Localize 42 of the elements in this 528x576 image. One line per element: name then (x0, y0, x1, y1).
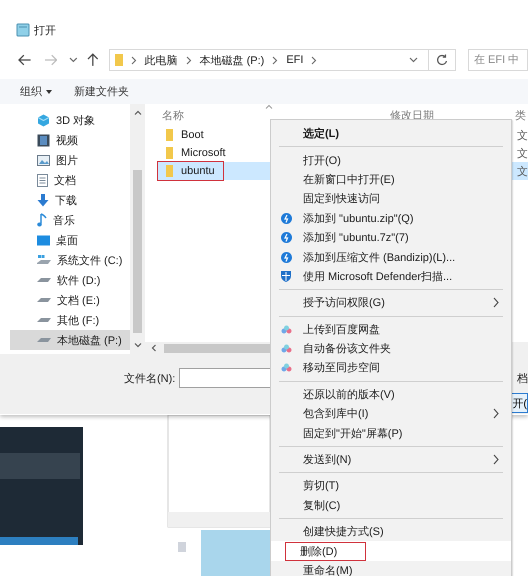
sidebar-label: 软件 (D:) (57, 274, 100, 288)
file-type-text: 档 (517, 372, 528, 386)
menu-label: 移动至同步空间 (302, 360, 381, 376)
menu-label: 复制(C) (302, 498, 342, 514)
menu-label: 添加到压缩文件 (Bandizip)(L)... (302, 250, 456, 266)
menu-label: 删除(D) (285, 542, 366, 561)
sidebar-label: 系统文件 (C:) (57, 254, 122, 268)
menu-label: 授予访问权限(G) (302, 296, 386, 312)
sidebar-label: 其他 (F:) (57, 314, 100, 328)
sidebar-label: 桌面 (56, 234, 78, 248)
sidebar-label: 文档 (E:) (57, 294, 100, 308)
sidebar-label: 3D 对象 (56, 114, 96, 128)
menu-label: 上传到百度网盘 (302, 322, 381, 338)
menu-label: 打开(O) (302, 154, 342, 169)
menu-label: 重命名(M) (302, 564, 354, 576)
file-name: Boot (181, 129, 204, 141)
menu-label: 发送到(N) (302, 453, 352, 468)
filename-label: 文件名(N): (124, 372, 176, 386)
file-type: 文 (517, 164, 528, 178)
menu-label: 自动备份该文件夹 (302, 342, 392, 358)
menu-label: 固定到快速访问 (302, 192, 381, 208)
menu-label: 剪切(T) (302, 478, 340, 494)
file-type: 文 (517, 146, 528, 160)
file-name: ubuntu (181, 165, 215, 177)
sidebar-label: 本地磁盘 (P:) (57, 334, 122, 348)
menu-label: 创建快捷方式(S) (302, 524, 385, 540)
sidebar-label: 音乐 (53, 214, 75, 228)
menu-label: 选定(L) (302, 126, 340, 142)
window-title: 打开 (34, 24, 56, 38)
file-type: 文 (517, 128, 528, 142)
menu-label: 使用 Microsoft Defender扫描... (302, 270, 454, 285)
sidebar-label: 图片 (56, 154, 78, 168)
file-name: Microsoft (181, 147, 226, 159)
menu-label: 包含到库中(I) (302, 406, 370, 422)
menu-label: 添加到 "ubuntu.zip"(Q) (302, 212, 415, 227)
menu-label: 固定到"开始"屏幕(P) (302, 426, 404, 442)
sidebar-label: 视频 (56, 134, 78, 148)
sidebar-label: 下载 (55, 194, 77, 208)
menu-label: 还原以前的版本(V) (302, 388, 396, 403)
menu-label: 添加到 "ubuntu.7z"(7) (302, 231, 410, 246)
menu-label: 在新窗口中打开(E) (302, 172, 396, 188)
sidebar-label: 文档 (54, 174, 76, 188)
